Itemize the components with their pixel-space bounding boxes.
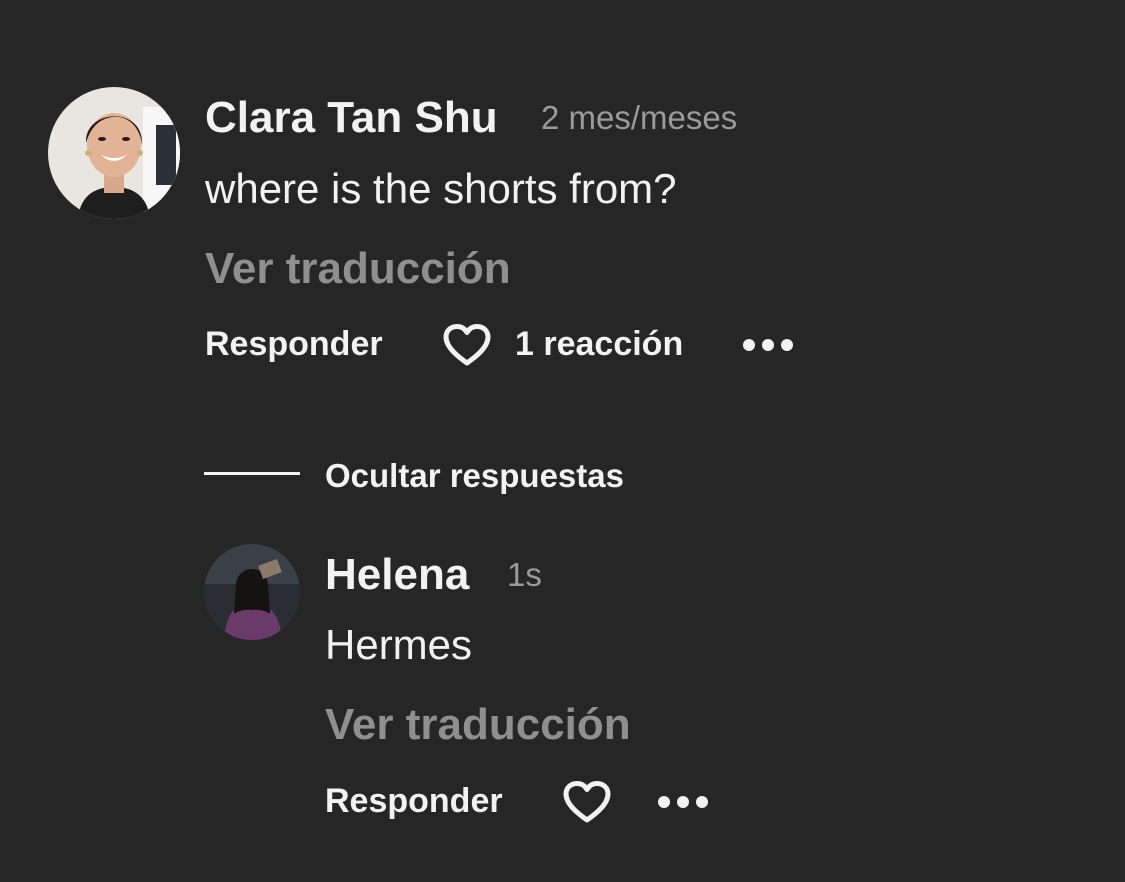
more-horizontal-icon (657, 796, 709, 814)
comment-reply-button[interactable]: Responder (205, 324, 383, 364)
comment-avatar[interactable] (48, 87, 180, 219)
reply-reply-button[interactable]: Responder (325, 781, 503, 821)
replies-divider-line (204, 472, 300, 475)
more-horizontal-icon (742, 339, 794, 357)
reply-timestamp: 1s (507, 556, 542, 593)
reply-avatar[interactable] (204, 544, 300, 640)
comment-like-button[interactable] (441, 322, 493, 368)
reply-author[interactable]: Helena (325, 549, 469, 601)
reply-more-button[interactable] (657, 794, 709, 810)
hide-replies-button[interactable]: Ocultar respuestas (325, 456, 624, 496)
reply-text: Hermes (325, 621, 473, 668)
reply-translate-link[interactable]: Ver traducción (325, 699, 631, 751)
heart-outline-icon (441, 324, 493, 372)
comment-timestamp: 2 mes/meses (541, 99, 738, 136)
comment-translate-link[interactable]: Ver traducción (205, 243, 511, 295)
heart-outline-icon (561, 781, 613, 829)
reply-like-button[interactable] (561, 779, 613, 825)
comment: Clara Tan Shu 2 mes/meses where is the s… (0, 0, 1125, 400)
comment-reactions-count[interactable]: 1 reacción (515, 324, 683, 364)
comment-more-button[interactable] (742, 337, 794, 353)
comment-author[interactable]: Clara Tan Shu (205, 92, 498, 144)
comment-text: where is the shorts from? (205, 165, 677, 212)
